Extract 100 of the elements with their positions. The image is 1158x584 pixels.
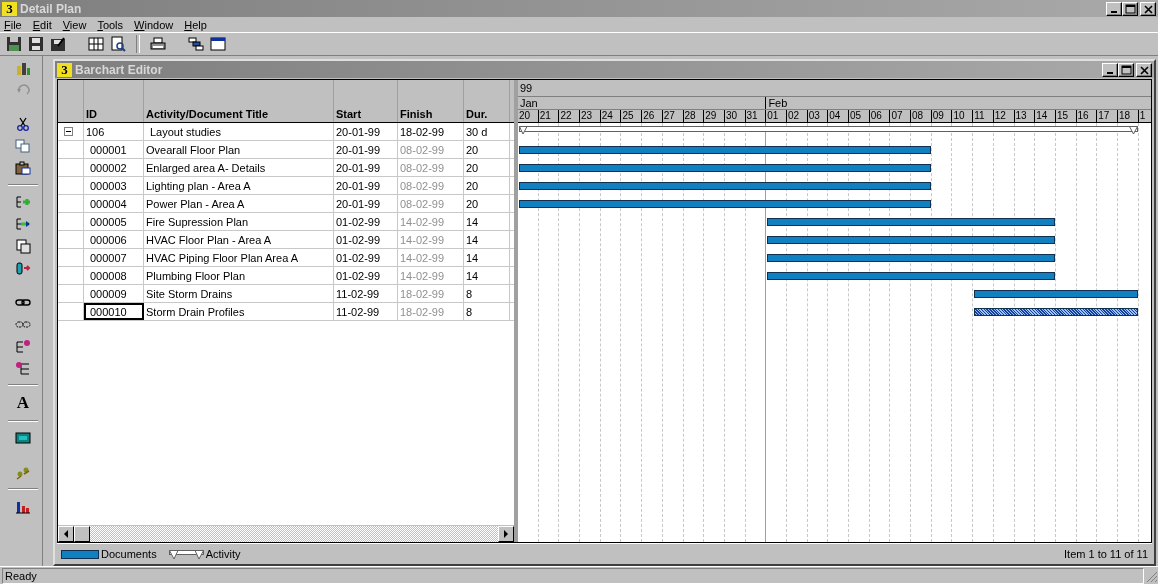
minimize-button[interactable]	[1102, 62, 1118, 77]
maximize-button[interactable]	[1122, 1, 1138, 16]
columns-icon[interactable]	[88, 36, 104, 52]
maximize-icon	[1123, 2, 1137, 15]
window-icon[interactable]	[210, 36, 226, 52]
scroll-thumb[interactable]	[74, 526, 90, 542]
day-label: 31	[745, 110, 767, 122]
document-bar[interactable]	[767, 236, 1056, 244]
day-label: 04	[828, 110, 849, 122]
tree-add-icon[interactable]	[15, 338, 31, 354]
column-header[interactable]: Dur.	[464, 80, 510, 122]
document-bar[interactable]	[767, 218, 1056, 226]
column-header[interactable]: Start	[334, 80, 398, 122]
legend-label: Documents	[101, 548, 157, 560]
activity-bar[interactable]	[519, 125, 1138, 136]
horizontal-scrollbar[interactable]	[58, 525, 514, 542]
documents-icon[interactable]	[15, 238, 31, 254]
menu-item[interactable]: Edit	[32, 18, 52, 31]
document-bar[interactable]	[519, 146, 931, 154]
table-cell[interactable]: 000003	[84, 177, 144, 194]
save-icon[interactable]	[6, 36, 22, 52]
scroll-left-button[interactable]	[58, 526, 74, 542]
table-cell: 14-02-99	[398, 267, 464, 284]
month-label: Feb	[766, 97, 1151, 109]
document-bar[interactable]	[974, 290, 1138, 298]
table-cell[interactable]: 000005	[84, 213, 144, 230]
document-bar[interactable]	[519, 200, 931, 208]
menu-item[interactable]: Help	[184, 18, 207, 31]
print-preview-icon[interactable]	[110, 36, 126, 52]
cut-icon[interactable]	[15, 116, 31, 132]
chart-icon[interactable]	[15, 60, 31, 76]
table-cell[interactable]: 000004	[84, 195, 144, 212]
table-cell: 20	[464, 159, 510, 176]
table-cell: 14-02-99	[398, 249, 464, 266]
table-cell: 20-01-99	[334, 123, 398, 140]
table-cell: 18-02-99	[398, 303, 464, 320]
table-cell: Enlarged area A- Details	[144, 159, 334, 176]
table-cell[interactable]: 000008	[84, 267, 144, 284]
legend-swatch	[168, 548, 204, 560]
table-cell: 20-01-99	[334, 177, 398, 194]
table-cell: 01-02-99	[334, 249, 398, 266]
document-bar[interactable]	[767, 254, 1056, 262]
menu-item[interactable]: Window	[134, 18, 174, 31]
table-cell: 11-02-99	[334, 303, 398, 320]
column-header[interactable]: ID	[84, 80, 144, 122]
column-header[interactable]: Activity/Document Title	[144, 80, 334, 122]
close-button[interactable]	[1136, 62, 1152, 77]
outdent-icon[interactable]	[15, 216, 31, 232]
indent-icon[interactable]	[15, 194, 31, 210]
screen-icon[interactable]	[15, 430, 31, 446]
table-cell[interactable]: 000007	[84, 249, 144, 266]
cylinder-arrow-icon[interactable]	[15, 260, 31, 276]
table-cell[interactable]: 106	[84, 123, 144, 140]
menu-item[interactable]: File	[4, 18, 22, 31]
maximize-button[interactable]	[1118, 62, 1134, 77]
table-cell[interactable]: 000006	[84, 231, 144, 248]
collapse-icon[interactable]	[64, 127, 73, 136]
minimize-button[interactable]	[1106, 1, 1122, 16]
table-cell[interactable]: 000001	[84, 141, 144, 158]
day-label: 22	[559, 110, 581, 122]
paste-icon[interactable]	[15, 160, 31, 176]
column-header[interactable]: Finish	[398, 80, 464, 122]
close-button[interactable]	[1140, 1, 1156, 16]
table-cell: 30 d	[464, 123, 510, 140]
item-count: Item 1 to 11 of 11	[1064, 548, 1148, 560]
save-all-icon[interactable]	[28, 36, 44, 52]
table-cell: 01-02-99	[334, 231, 398, 248]
month-label: Jan	[518, 97, 767, 109]
table-cell: 14-02-99	[398, 231, 464, 248]
table-cell[interactable]: 000010	[84, 303, 144, 320]
table-cell[interactable]: 000002	[84, 159, 144, 176]
document-bar[interactable]	[767, 272, 1056, 280]
day-label: 05	[849, 110, 870, 122]
day-label: 13	[1014, 110, 1036, 122]
scroll-right-button[interactable]	[498, 526, 514, 542]
legend-swatch	[61, 549, 99, 559]
tree-remove-icon[interactable]	[15, 360, 31, 376]
font-button[interactable]: A	[16, 394, 30, 412]
table-cell: 14-02-99	[398, 213, 464, 230]
document-bar[interactable]	[974, 308, 1138, 316]
menu-item[interactable]: View	[62, 18, 87, 31]
document-bar[interactable]	[519, 164, 931, 172]
day-label: 17	[1097, 110, 1118, 122]
table-cell: 8	[464, 285, 510, 302]
day-label: 23	[580, 110, 601, 122]
cascade-windows-icon[interactable]	[188, 36, 204, 52]
copy-icon[interactable]	[15, 138, 31, 154]
menu-item[interactable]: Tools	[97, 18, 124, 31]
table-cell: 08-02-99	[398, 177, 464, 194]
day-label: 06	[869, 110, 891, 122]
app-logo: 3	[57, 62, 72, 77]
printer-icon[interactable]	[150, 36, 166, 52]
day-label: 02	[786, 110, 808, 122]
table-cell[interactable]: 000009	[84, 285, 144, 302]
table-cell: Ovearall Floor Plan	[144, 141, 334, 158]
day-label: 15	[1055, 110, 1077, 122]
document-bar[interactable]	[519, 182, 931, 190]
table-cell: 18-02-99	[398, 285, 464, 302]
table-cell: 18-02-99	[398, 123, 464, 140]
save-as-icon[interactable]	[50, 36, 66, 52]
